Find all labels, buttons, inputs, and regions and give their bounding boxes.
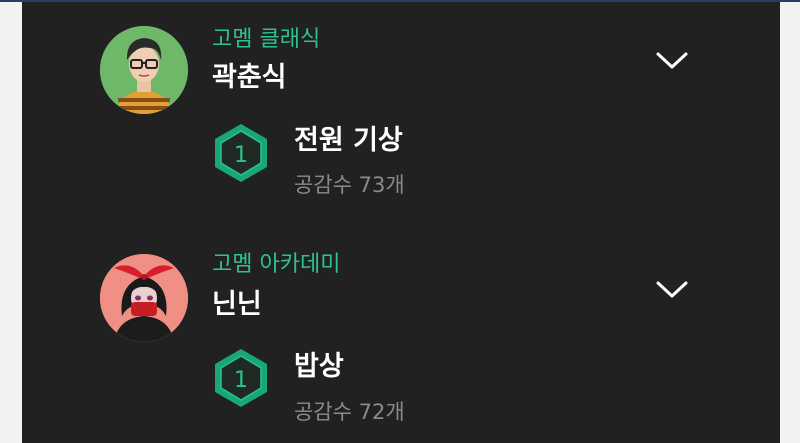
rank-badge: 1 [212, 122, 270, 184]
like-count: 공감수 72개 [294, 400, 405, 424]
member-name: 곽춘식 [212, 62, 287, 93]
rank-number: 1 [234, 368, 248, 393]
group-name: 고멤 아카데미 [212, 252, 341, 277]
rank-number: 1 [234, 143, 248, 168]
chevron-down-icon[interactable] [652, 275, 692, 303]
like-count: 공감수 73개 [294, 173, 405, 197]
entry-title: 밥상 [294, 351, 344, 382]
member-name: 닌닌 [212, 289, 262, 320]
ranking-list: 고멤 클래식 곽춘식 1 전원 기상 공감수 73개 고멤 아카데미 닌닌 1 … [22, 2, 780, 443]
group-name: 고멤 클래식 [212, 27, 321, 52]
avatar[interactable] [100, 254, 188, 342]
avatar[interactable] [100, 26, 188, 114]
avatar-illustration [100, 26, 188, 114]
ranking-entry: 고멤 클래식 곽춘식 1 전원 기상 공감수 73개 [22, 2, 780, 212]
ranking-entry: 고멤 아카데미 닌닌 1 밥상 공감수 72개 [22, 224, 780, 434]
avatar-illustration [100, 254, 188, 342]
rank-badge: 1 [212, 347, 270, 409]
entry-title: 전원 기상 [294, 125, 403, 156]
chevron-down-icon[interactable] [652, 46, 692, 74]
